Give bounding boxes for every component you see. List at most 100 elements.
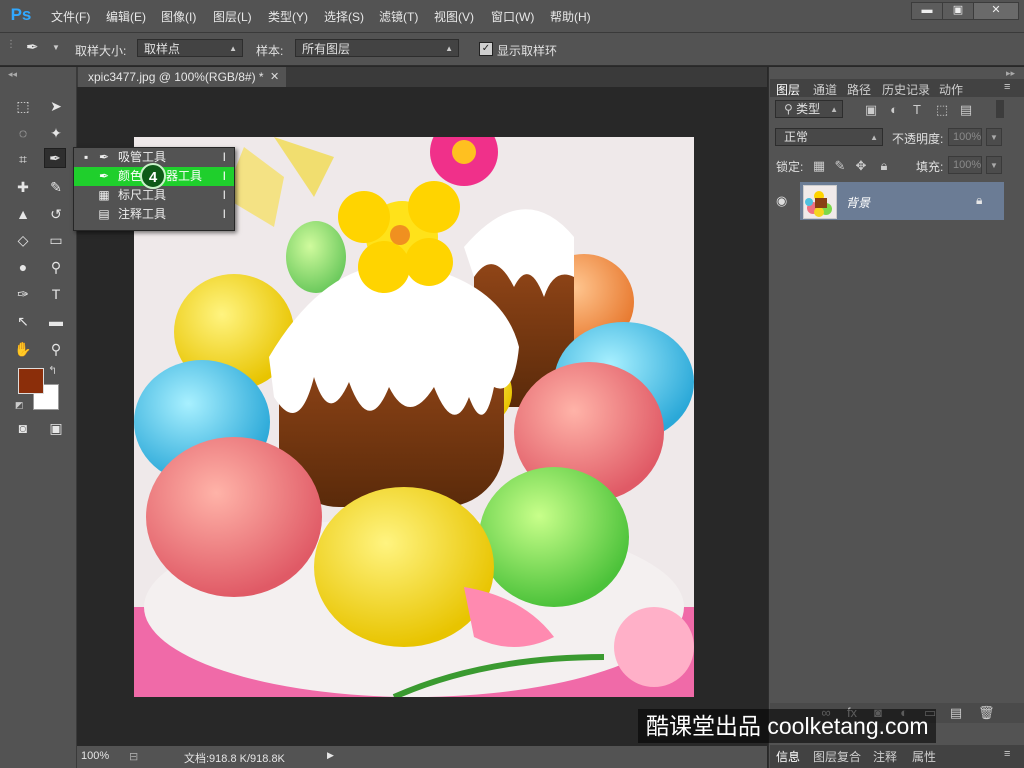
filter-adjustment-icon[interactable]: ◐ (886, 102, 902, 117)
zoom-tool-icon[interactable]: ⚲ (45, 339, 67, 359)
filter-smart-object-icon[interactable]: ▤ (958, 102, 974, 118)
menu-edit[interactable]: 编辑(E) (106, 8, 146, 25)
watermark: 酷课堂出品 coolketang.com (638, 709, 937, 743)
new-layer-icon[interactable]: ▤ (948, 705, 964, 721)
step-badge: 4 (140, 163, 166, 189)
tab-properties[interactable]: 属性 (912, 748, 936, 765)
brush-tool-icon[interactable]: ✎ (45, 177, 67, 197)
filter-shape-icon[interactable]: ⬚ (934, 102, 950, 118)
tab-paths[interactable]: 路径 (847, 81, 871, 98)
quick-mask-icon[interactable]: ◙ (12, 418, 34, 438)
fill-input[interactable]: 100% (948, 156, 982, 174)
flyout-shortcut: I (222, 169, 226, 183)
marquee-tool-icon[interactable]: ⬚ (12, 96, 34, 116)
gradient-tool-icon[interactable]: ▭ (45, 230, 67, 250)
tab-channels[interactable]: 通道 (813, 81, 837, 98)
menu-window[interactable]: 窗口(W) (491, 8, 534, 25)
panel-menu-icon[interactable]: ≡ (1004, 81, 1010, 93)
flyout-item-note[interactable]: ▤ 注释工具 I (74, 205, 234, 224)
fill-dropdown-icon[interactable]: ▼ (986, 156, 1002, 174)
close-button[interactable]: ✕ (973, 2, 1019, 20)
document-tab[interactable]: xpic3477.jpg @ 100%(RGB/8#) * (78, 67, 286, 87)
updown-icon: ▲ (445, 44, 453, 53)
move-tool-icon[interactable]: ➤ (45, 96, 67, 116)
photoshop-logo: Ps (10, 5, 32, 24)
show-ring-checkbox[interactable]: ✓ (479, 42, 493, 56)
dodge-tool-icon[interactable]: ⚲ (45, 257, 67, 277)
opacity-input[interactable]: 100% (948, 128, 982, 146)
tab-notes[interactable]: 注释 (873, 748, 897, 765)
path-selection-icon[interactable]: ↖ (12, 311, 34, 331)
sample-size-select[interactable]: 取样点 ▲ (137, 39, 243, 57)
clone-stamp-icon[interactable]: ▲ (12, 204, 34, 224)
opacity-dropdown-icon[interactable]: ▼ (986, 128, 1002, 146)
filter-type-icon[interactable]: T (909, 102, 925, 117)
healing-brush-icon[interactable]: ✚ (12, 177, 34, 197)
document-close-icon[interactable]: ✕ (270, 67, 279, 87)
lock-all-icon[interactable]: 🔒︎ (876, 158, 892, 174)
eraser-tool-icon[interactable]: ◇ (12, 230, 34, 250)
tab-history[interactable]: 历史记录 (882, 81, 930, 98)
tab-layer-comps[interactable]: 图层复合 (813, 748, 861, 765)
zoom-level[interactable]: 100% (81, 750, 109, 762)
filter-pixel-icon[interactable]: ▣ (863, 102, 879, 118)
layer-filter-select[interactable]: ⚲ 类型 ▲ (775, 100, 843, 118)
swap-colors-icon[interactable]: ↰ (48, 364, 57, 377)
ruler-icon: ▦ (98, 188, 110, 202)
menu-layer[interactable]: 图层(L) (213, 8, 252, 25)
lock-position-icon[interactable]: ✥ (853, 158, 869, 174)
lasso-tool-icon[interactable]: ◌ (12, 123, 34, 143)
history-brush-icon[interactable]: ↺ (45, 204, 67, 224)
grip-icon: ⋮ (6, 39, 16, 50)
eyedropper-icon: ✒ (98, 150, 110, 164)
filter-toggle[interactable] (996, 100, 1004, 118)
rectangle-tool-icon[interactable]: ▬ (45, 311, 67, 331)
screen-mode-icon[interactable]: ▣ (45, 418, 67, 438)
minimize-button[interactable]: ▬ (911, 2, 943, 20)
menu-view[interactable]: 视图(V) (434, 8, 474, 25)
menu-file[interactable]: 文件(F) (51, 8, 90, 25)
blend-mode-select[interactable]: 正常 ▲ (775, 128, 883, 146)
blend-mode-value: 正常 (784, 130, 809, 144)
status-menu-icon[interactable]: ▶ (327, 750, 334, 761)
flyout-label: 注释工具 (118, 207, 167, 221)
updown-icon: ▲ (870, 133, 878, 142)
lock-transparent-icon[interactable]: ▦ (811, 158, 827, 174)
collapse-icon[interactable]: ◂◂ (8, 69, 17, 80)
updown-icon: ▲ (229, 44, 237, 53)
options-bar: ⋮ ✒ ▼ 取样大小: 取样点 ▲ 样本: 所有图层 ▲ ✓ 显示取样环 (0, 33, 1024, 66)
eyedropper-tool-icon[interactable]: ✒ (44, 148, 66, 168)
visibility-eye-icon[interactable]: ◉ (776, 193, 787, 209)
maximize-button[interactable]: ▣ (942, 2, 974, 20)
info-panel-menu-icon[interactable]: ≡ (1004, 748, 1010, 760)
delete-layer-icon[interactable]: 🗑︎ (978, 705, 995, 721)
eyedropper-preset-icon[interactable]: ✒ (26, 38, 39, 56)
updown-icon: ▲ (830, 105, 838, 114)
sample-value: 所有图层 (302, 42, 351, 56)
tab-layers[interactable]: 图层 (776, 81, 800, 98)
menu-select[interactable]: 选择(S) (324, 8, 364, 25)
menu-type[interactable]: 类型(Y) (268, 8, 308, 25)
tab-info[interactable]: 信息 (776, 748, 800, 765)
status-icon[interactable]: ⊟ (129, 750, 138, 763)
panel-collapse-icon[interactable]: ▸▸ (1006, 68, 1015, 79)
menu-filter[interactable]: 滤镜(T) (379, 8, 418, 25)
menu-image[interactable]: 图像(I) (161, 8, 196, 25)
default-colors-icon[interactable]: ◩ (15, 400, 24, 411)
tools-panel: ◂◂ ⬚ ➤ ◌ ✦ ⌗ ✒ ✚ ✎ ▲ ↺ ◇ ▭ ● ⚲ ✑ T ↖ ▬ ✋… (0, 67, 77, 768)
blur-tool-icon[interactable]: ● (12, 257, 34, 277)
magic-wand-icon[interactable]: ✦ (45, 123, 67, 143)
tab-actions[interactable]: 动作 (939, 81, 963, 98)
pen-tool-icon[interactable]: ✑ (12, 284, 34, 304)
type-tool-icon[interactable]: T (45, 284, 67, 304)
menu-help[interactable]: 帮助(H) (550, 8, 591, 25)
preset-dropdown-icon[interactable]: ▼ (52, 43, 60, 52)
eyedropper-tool-flyout: ▪ ✒ 吸管工具 I ✒ 颜色取样器工具 I ▦ 标尺工具 I ▤ 注释工具 I (73, 147, 235, 231)
lock-pixels-icon[interactable]: ✎ (832, 158, 848, 174)
foreground-color-swatch[interactable] (18, 368, 44, 394)
hand-tool-icon[interactable]: ✋ (12, 339, 34, 359)
sample-label: 样本: (256, 44, 284, 58)
sample-select[interactable]: 所有图层 ▲ (295, 39, 459, 57)
crop-tool-icon[interactable]: ⌗ (12, 149, 34, 169)
layer-name[interactable]: 背景 (846, 194, 870, 211)
